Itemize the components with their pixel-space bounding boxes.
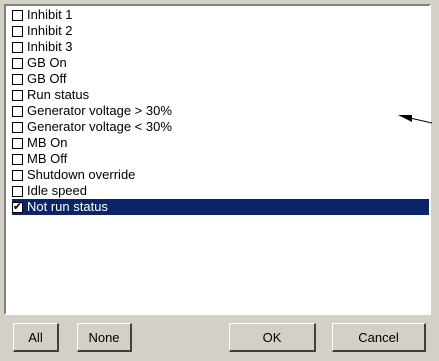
- checkbox[interactable]: [12, 105, 23, 117]
- checkbox[interactable]: [12, 25, 23, 37]
- list-item-label: Run status: [27, 87, 90, 102]
- list-item[interactable]: GB On: [12, 55, 429, 71]
- list-item-label: Inhibit 3: [27, 39, 73, 54]
- check-mark-icon: ✔: [12, 200, 23, 213]
- list-item-label: Idle speed: [27, 183, 87, 198]
- list-item-label: MB Off: [27, 151, 68, 166]
- cancel-button[interactable]: Cancel: [332, 323, 426, 352]
- list-item-label: MB On: [27, 135, 68, 150]
- checklist-dialog: Inhibit 1 Inhibit 2 Inhibit 3 GB On GB O…: [0, 0, 439, 361]
- list-item[interactable]: Generator voltage > 30%: [12, 103, 429, 119]
- list-item-label: Generator voltage < 30%: [27, 119, 172, 134]
- list-item-label: GB Off: [27, 71, 67, 86]
- checkbox[interactable]: [12, 169, 23, 181]
- ok-button[interactable]: OK: [229, 323, 316, 352]
- list-item-selected[interactable]: ✔ Not run status: [12, 199, 429, 215]
- list-item-label: Inhibit 2: [27, 23, 73, 38]
- list-item[interactable]: Generator voltage < 30%: [12, 119, 429, 135]
- list-item[interactable]: Shutdown override: [12, 167, 429, 183]
- list-item-label: GB On: [27, 55, 67, 70]
- list-item[interactable]: MB Off: [12, 151, 429, 167]
- checkbox[interactable]: [12, 9, 23, 21]
- list-item-label: Inhibit 1: [27, 7, 73, 22]
- arrow-icon: [398, 115, 432, 124]
- select-all-button[interactable]: All: [13, 323, 59, 352]
- list-item[interactable]: GB Off: [12, 71, 429, 87]
- list-item[interactable]: Idle speed: [12, 183, 429, 199]
- select-none-button[interactable]: None: [77, 323, 132, 352]
- checkbox[interactable]: [12, 41, 23, 53]
- list-item[interactable]: Run status: [12, 87, 429, 103]
- checkbox[interactable]: [12, 153, 23, 165]
- list-item[interactable]: Inhibit 1: [12, 7, 429, 23]
- checkbox[interactable]: [12, 73, 23, 85]
- list-item[interactable]: MB On: [12, 135, 429, 151]
- list-item[interactable]: Inhibit 3: [12, 39, 429, 55]
- list-item-label: Generator voltage > 30%: [27, 103, 172, 118]
- checkbox-checked[interactable]: ✔: [12, 200, 23, 213]
- signal-listbox[interactable]: Inhibit 1 Inhibit 2 Inhibit 3 GB On GB O…: [4, 4, 431, 315]
- checkbox[interactable]: [12, 89, 23, 101]
- checkbox[interactable]: [12, 185, 23, 197]
- checkbox[interactable]: [12, 121, 23, 133]
- checkbox[interactable]: [12, 57, 23, 69]
- list-item-label: Shutdown override: [27, 167, 136, 182]
- list-item-label: Not run status: [27, 199, 110, 215]
- checkbox[interactable]: [12, 137, 23, 149]
- list-item[interactable]: Inhibit 2: [12, 23, 429, 39]
